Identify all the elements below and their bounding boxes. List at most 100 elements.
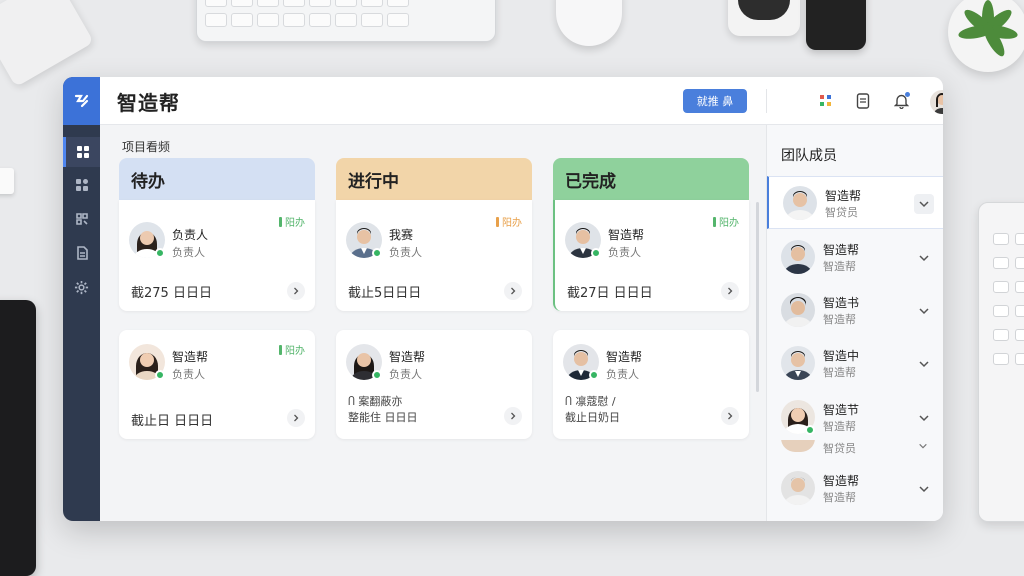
due-date: 截止日奶日 xyxy=(565,411,620,424)
assignee-role: 负责人 xyxy=(172,368,205,381)
chevron-down-icon[interactable] xyxy=(914,248,934,268)
due-date: 截27日 日日日 xyxy=(567,286,653,301)
member-name: 智造帮 xyxy=(823,243,860,257)
team-panel-title: 团队成员 xyxy=(781,148,837,164)
sidebar xyxy=(63,77,100,521)
top-bar: 智造帮 就推 鼻 xyxy=(100,77,943,125)
chevron-right-icon[interactable] xyxy=(721,282,739,300)
status-tag: 阳办 xyxy=(279,214,305,229)
desk-laptop-corner xyxy=(0,0,94,88)
assignee-role: 负责人 xyxy=(608,246,641,259)
team-member-item[interactable]: 智造帮 智造帮 xyxy=(767,462,943,515)
team-member-item[interactable]: 智造书 智造帮 xyxy=(767,284,943,337)
online-status-dot xyxy=(155,248,165,258)
board-scrollbar[interactable] xyxy=(756,202,759,392)
chevron-right-icon[interactable] xyxy=(287,282,305,300)
assignee-name: 智造帮 xyxy=(172,350,209,364)
nav-projects-icon[interactable] xyxy=(63,204,100,234)
member-role: 智贷员 xyxy=(825,206,858,219)
nav-apps-icon[interactable] xyxy=(63,170,100,200)
chevron-down-icon[interactable] xyxy=(918,440,928,454)
assignee-name: 我赛 xyxy=(389,228,414,242)
column-header-inprogress: 进行中 xyxy=(336,158,532,200)
desk-mouse xyxy=(556,0,622,46)
chevron-right-icon[interactable] xyxy=(504,282,522,300)
app-window: 智造帮 就推 鼻 项目看频 待办 进行中 已完成 负责人 负责人 阳办 截275… xyxy=(63,77,943,521)
assignee-role: 负责人 xyxy=(172,246,205,259)
chevron-down-icon[interactable] xyxy=(914,354,934,374)
member-name: 智造书 xyxy=(823,296,860,310)
user-avatar[interactable] xyxy=(930,90,943,114)
member-name: 智造中 xyxy=(823,349,860,363)
task-card[interactable]: 智造帮 负责人 阳办 截27日 日日日 xyxy=(553,200,749,311)
team-member-item[interactable]: 智造中 智造帮 xyxy=(767,337,943,390)
member-name: 智造节 xyxy=(823,403,860,417)
task-card[interactable]: 负责人 负责人 阳办 截275 日日日 xyxy=(119,200,315,311)
chevron-right-icon[interactable] xyxy=(504,407,522,425)
due-date: 截止日 日日日 xyxy=(131,414,214,429)
due-date: 截止5日日日 xyxy=(348,286,422,301)
online-status-dot xyxy=(591,248,601,258)
member-avatar xyxy=(781,471,815,505)
online-status-dot xyxy=(372,370,382,380)
due-note: Ⴖ 凛蔻慰 / xyxy=(565,395,616,408)
member-avatar xyxy=(781,240,815,274)
team-member-item[interactable]: 智造帮 智贷员 xyxy=(767,176,943,229)
nav-documents-icon[interactable] xyxy=(63,238,100,268)
desk-calculator xyxy=(978,202,1024,522)
assignee-role: 负责人 xyxy=(606,368,639,381)
chevron-down-icon[interactable] xyxy=(914,408,934,428)
member-avatar xyxy=(781,293,815,327)
assignee-name: 智造帮 xyxy=(608,228,645,242)
online-status-dot xyxy=(589,370,599,380)
member-name: 智造帮 xyxy=(823,474,860,488)
desk-keyboard xyxy=(196,0,496,42)
member-avatar xyxy=(783,186,817,220)
status-tag: 阳办 xyxy=(279,342,305,357)
assignee-role: 负责人 xyxy=(389,246,422,259)
logo-icon[interactable] xyxy=(63,77,100,125)
due-date: 截275 日日日 xyxy=(131,286,212,301)
nav-dashboard-icon[interactable] xyxy=(63,137,100,167)
chevron-down-icon[interactable] xyxy=(914,301,934,321)
online-status-dot xyxy=(805,425,815,435)
task-card[interactable]: 智造帮 负责人 阳办 截止日 日日日 xyxy=(119,330,315,439)
assignee-name: 智造帮 xyxy=(389,350,426,364)
board-section-label: 项目看频 xyxy=(122,140,171,154)
app-title: 智造帮 xyxy=(117,91,180,115)
task-card[interactable]: 智造帮 负责人 Ⴖ 凛蔻慰 / 截止日奶日 xyxy=(553,330,749,439)
member-avatar xyxy=(781,440,815,452)
online-status-dot xyxy=(155,370,165,380)
assignee-name: 智造帮 xyxy=(606,350,643,364)
task-card[interactable]: 我赛 负责人 阳办 截止5日日日 xyxy=(336,200,532,311)
member-role: 智造帮 xyxy=(823,260,856,273)
status-tag: 阳办 xyxy=(713,214,739,229)
document-icon[interactable] xyxy=(853,91,873,111)
member-role: 智造帮 xyxy=(823,313,856,326)
task-card[interactable]: 智造帮 负责人 Ⴖ 案翻蔽亦 整能住 日日日 xyxy=(336,330,532,439)
desk-sticky-note xyxy=(0,168,14,194)
member-role: 智造帮 xyxy=(823,420,856,433)
notification-dot xyxy=(905,92,910,97)
primary-action-button[interactable]: 就推 鼻 xyxy=(683,89,747,113)
status-tag: 阳办 xyxy=(496,214,522,229)
chevron-down-icon[interactable] xyxy=(914,194,934,214)
chevron-right-icon[interactable] xyxy=(721,407,739,425)
team-member-item[interactable]: 智造节 智造帮 xyxy=(767,391,943,444)
member-avatar xyxy=(781,346,815,380)
member-role: 智贷员 xyxy=(823,442,856,454)
due-date: 整能住 日日日 xyxy=(348,411,418,424)
desk-coffee-cup xyxy=(728,0,800,36)
desk-plant xyxy=(948,0,1024,72)
team-member-item[interactable]: 智造帮 智造帮 xyxy=(767,231,943,284)
divider xyxy=(766,89,767,113)
notification-bell-icon[interactable] xyxy=(891,91,911,111)
desk-tablet xyxy=(0,300,36,576)
nav-settings-icon[interactable] xyxy=(63,272,100,302)
apps-grid-icon[interactable] xyxy=(816,91,836,111)
member-name: 智造帮 xyxy=(825,189,862,203)
due-note: Ⴖ 案翻蔽亦 xyxy=(348,395,403,408)
team-member-item-partial[interactable]: 智贷员 xyxy=(767,440,943,454)
chevron-right-icon[interactable] xyxy=(287,409,305,427)
chevron-down-icon[interactable] xyxy=(914,479,934,499)
